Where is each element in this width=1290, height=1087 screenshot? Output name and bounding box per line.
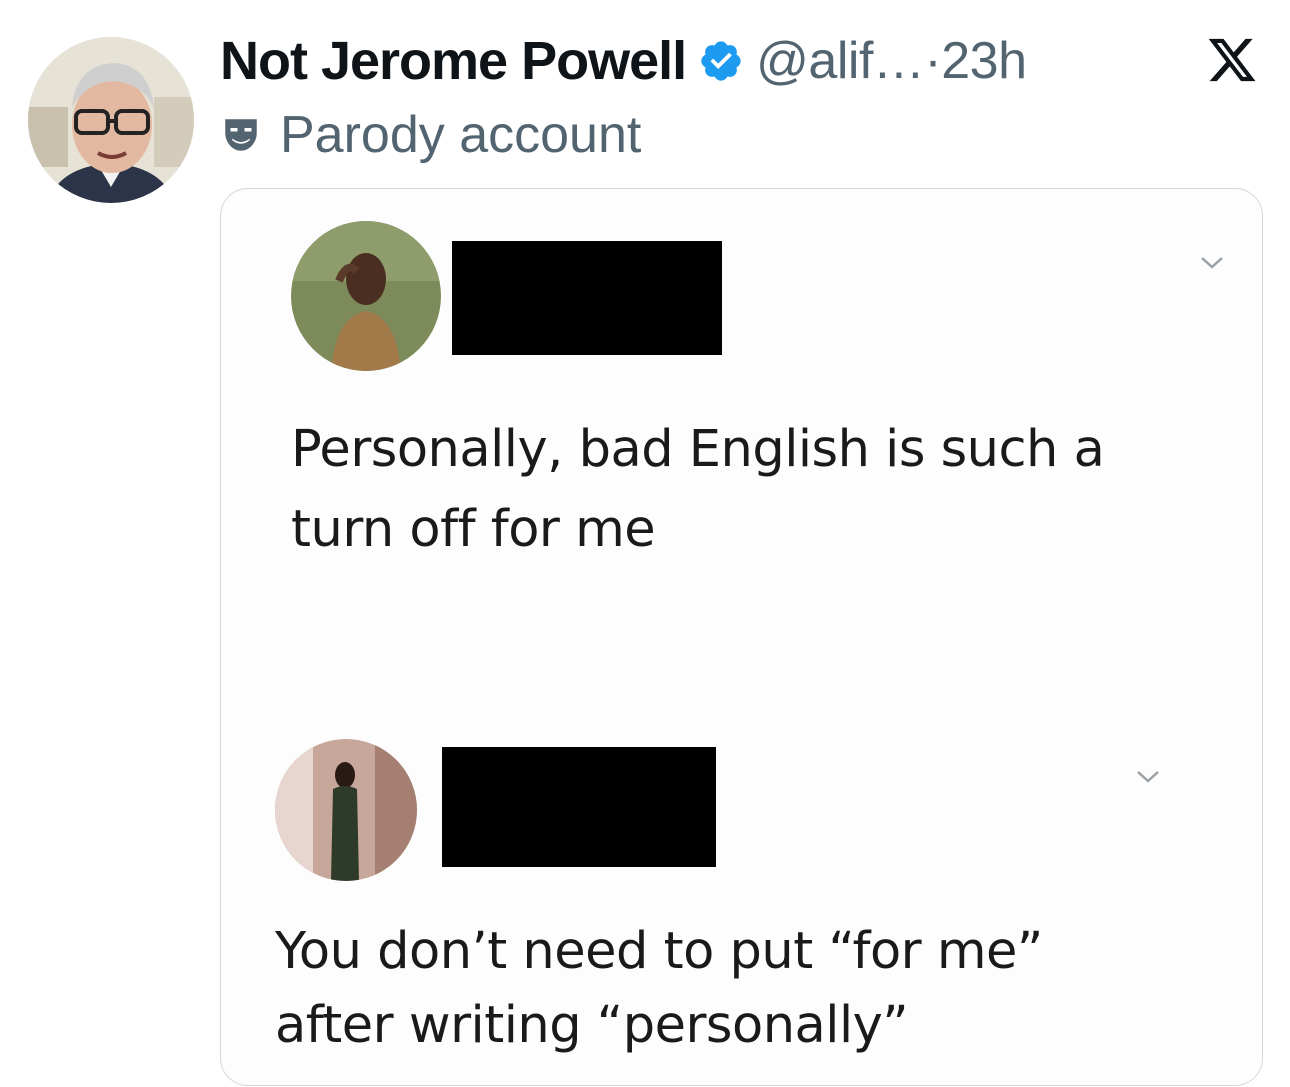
comment-text-line: Personally, bad English is such a xyxy=(291,420,1105,479)
parody-label-row: Parody account xyxy=(220,104,641,166)
profile-avatar[interactable] xyxy=(28,37,194,203)
redacted-username xyxy=(442,747,716,867)
comment-text-line: after writing “personally” xyxy=(275,996,909,1055)
comment-text-line: turn off for me xyxy=(291,500,656,559)
avatar-portrait xyxy=(28,37,194,203)
chevron-down-icon[interactable] xyxy=(1199,255,1225,271)
chevron-down-icon[interactable] xyxy=(1135,769,1161,785)
commenter-avatar xyxy=(291,221,441,371)
comment-text: Personally, bad English is such a turn o… xyxy=(291,410,1105,570)
separator-dot: · xyxy=(924,32,942,90)
author-line: Not Jerome Powell @alif… · 23h xyxy=(220,28,1027,94)
comment-text-line: You don’t need to put “for me” xyxy=(275,922,1043,981)
timestamp[interactable]: 23h xyxy=(941,31,1027,91)
parody-label: Parody account xyxy=(280,106,642,164)
redacted-username xyxy=(452,241,722,355)
commenter-avatar xyxy=(275,739,417,881)
comment-text: You don’t need to put “for me” after wri… xyxy=(275,915,1043,1063)
x-logo-icon[interactable] xyxy=(1205,34,1259,86)
parody-mask-icon xyxy=(225,119,257,151)
verified-badge-icon xyxy=(701,41,741,81)
display-name[interactable]: Not Jerome Powell xyxy=(220,30,687,92)
tweet-media-image[interactable]: Personally, bad English is such a turn o… xyxy=(220,188,1263,1086)
user-handle[interactable]: @alif… xyxy=(756,31,925,91)
